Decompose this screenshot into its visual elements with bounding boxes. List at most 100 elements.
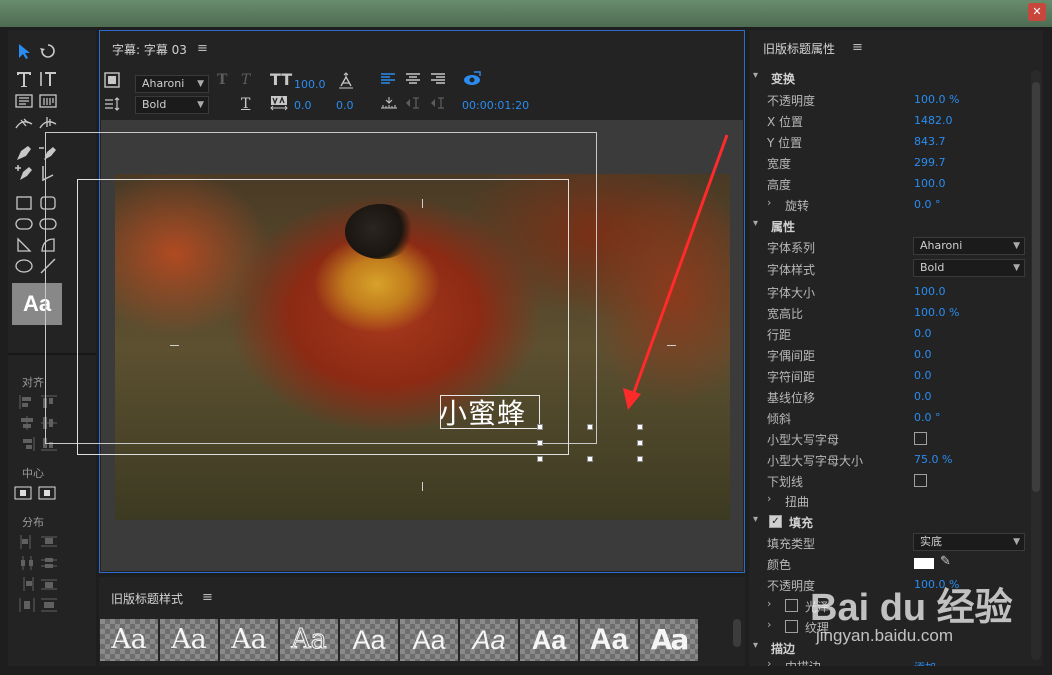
font-style-dropdown[interactable]: Bold ▼ <box>913 259 1025 277</box>
tab-right-icon[interactable] <box>430 96 446 114</box>
prop-value[interactable]: 299.7 <box>914 156 946 169</box>
vertical-type-tool-icon[interactable] <box>38 70 58 88</box>
area-type-tool-icon[interactable] <box>14 92 34 110</box>
distribute-h-even-icon[interactable] <box>18 597 36 613</box>
align-horizontal-center-icon[interactable] <box>18 415 36 431</box>
kerning-value[interactable]: 0.0 <box>294 99 312 112</box>
ellipse-tool-icon[interactable] <box>14 257 34 275</box>
styles-scrollbar[interactable] <box>733 619 741 647</box>
style-swatch[interactable]: Aa <box>340 619 398 661</box>
resize-handle[interactable] <box>637 440 643 446</box>
style-swatch[interactable]: Aa <box>220 619 278 661</box>
clipped-corner-rect-tool-icon[interactable] <box>14 215 34 233</box>
align-text-center-icon[interactable] <box>405 72 421 90</box>
italic-icon[interactable]: T <box>241 72 250 88</box>
panel-menu-icon[interactable]: ≡ <box>197 41 208 56</box>
fill-section[interactable]: ▾ ✓ 填充 <box>749 511 1025 532</box>
style-swatch[interactable]: Aa <box>640 619 698 661</box>
transform-section[interactable]: ▾ 变换 <box>749 67 1025 88</box>
center-horizontal-icon[interactable] <box>14 485 32 501</box>
title-text-object[interactable]: 小蜜蜂 <box>439 392 526 432</box>
tab-stops-icon[interactable] <box>104 96 120 116</box>
tab-left-icon[interactable] <box>380 96 398 114</box>
resize-handle[interactable] <box>537 424 543 430</box>
add-anchor-tool-icon[interactable] <box>14 164 34 182</box>
panel-menu-icon[interactable]: ≡ <box>852 40 863 55</box>
font-size-value[interactable]: 100.0 <box>294 78 326 91</box>
fill-checkbox[interactable]: ✓ <box>769 515 782 528</box>
center-vertical-icon[interactable] <box>38 485 56 501</box>
prop-distort[interactable]: › 扭曲 <box>749 490 1025 511</box>
align-text-right-icon[interactable] <box>430 72 446 90</box>
prop-value[interactable]: 0.0 <box>914 390 932 403</box>
underline-checkbox[interactable] <box>914 474 927 487</box>
prop-value[interactable]: 0.0 ° <box>914 198 941 211</box>
leading-value[interactable]: 0.0 <box>336 99 354 112</box>
attributes-section[interactable]: ▾ 属性 <box>749 215 1025 236</box>
style-swatch[interactable]: Aa <box>100 619 158 661</box>
style-swatch[interactable]: Aa <box>280 619 338 661</box>
align-left-icon[interactable] <box>18 394 36 410</box>
tab-center-icon[interactable] <box>405 96 421 114</box>
bold-icon[interactable]: T <box>217 72 227 88</box>
title-tab[interactable]: 字幕: 字幕 03 <box>112 41 187 58</box>
prop-value[interactable]: 100.0 % <box>914 306 959 319</box>
prop-value[interactable]: 0.0 <box>914 327 932 340</box>
styles-tab[interactable]: 旧版标题样式 <box>111 590 183 607</box>
window-close-button[interactable]: ✕ <box>1028 3 1046 21</box>
panel-menu-icon[interactable]: ≡ <box>202 590 213 605</box>
path-type-tool-icon[interactable] <box>14 114 34 132</box>
resize-handle[interactable] <box>537 456 543 462</box>
rectangle-tool-icon[interactable] <box>14 194 34 212</box>
type-tool-icon[interactable] <box>14 70 34 88</box>
wedge-tool-icon[interactable] <box>14 236 34 254</box>
pen-tool-icon[interactable] <box>14 144 34 162</box>
distribute-v-center-icon[interactable] <box>40 555 58 571</box>
prop-value[interactable]: 0.0 <box>914 369 932 382</box>
style-swatch[interactable]: Aa <box>580 619 638 661</box>
small-caps-checkbox[interactable] <box>914 432 927 445</box>
resize-handle[interactable] <box>637 456 643 462</box>
align-right-icon[interactable] <box>18 436 36 452</box>
distribute-left-icon[interactable] <box>18 534 36 550</box>
selection-tool-icon[interactable] <box>14 42 34 60</box>
prop-value[interactable]: 100.0 <box>914 177 946 190</box>
font-style-dropdown[interactable]: Bold ▼ <box>135 96 209 114</box>
timecode-value[interactable]: 00:00:01:20 <box>462 99 529 112</box>
title-background-icon[interactable] <box>104 72 120 92</box>
prop-value[interactable]: 100.0 % <box>914 93 959 106</box>
style-swatch[interactable]: Aa <box>460 619 518 661</box>
distribute-v-even-icon[interactable] <box>40 597 58 613</box>
distribute-bottom-icon[interactable] <box>40 576 58 592</box>
prop-value[interactable]: 843.7 <box>914 135 946 148</box>
prop-rotation[interactable]: › 旋转 0.0 ° <box>749 194 1025 215</box>
distribute-h-center-icon[interactable] <box>18 555 36 571</box>
vertical-area-type-tool-icon[interactable] <box>38 92 58 110</box>
style-swatch[interactable]: Aa <box>400 619 458 661</box>
style-swatch[interactable]: Aa <box>160 619 218 661</box>
distribute-right-icon[interactable] <box>18 576 36 592</box>
resize-handle[interactable] <box>537 440 543 446</box>
scrollbar-thumb[interactable] <box>1032 82 1040 492</box>
align-text-left-icon[interactable] <box>380 72 396 90</box>
distribute-top-icon[interactable] <box>40 534 58 550</box>
resize-handle[interactable] <box>587 424 593 430</box>
resize-handle[interactable] <box>637 424 643 430</box>
fill-type-dropdown[interactable]: 实底 ▼ <box>913 533 1025 551</box>
prop-value[interactable]: 1482.0 <box>914 114 953 127</box>
rotate-tool-icon[interactable] <box>38 42 58 60</box>
add-inner-stroke-link[interactable]: 添加 <box>914 659 936 666</box>
prop-value[interactable]: 0.0 ° <box>914 411 941 424</box>
sheen-checkbox[interactable] <box>785 599 798 612</box>
font-family-dropdown[interactable]: Aharoni ▼ <box>913 237 1025 255</box>
prop-value[interactable]: 100.0 <box>914 285 946 298</box>
font-family-dropdown[interactable]: Aharoni ▼ <box>135 75 209 93</box>
texture-checkbox[interactable] <box>785 620 798 633</box>
properties-scrollbar[interactable] <box>1031 70 1041 660</box>
show-background-video-icon[interactable] <box>463 71 481 91</box>
prop-value[interactable]: 0.0 <box>914 348 932 361</box>
resize-handle[interactable] <box>587 456 593 462</box>
vertical-path-type-tool-icon[interactable] <box>38 114 58 132</box>
style-swatch[interactable]: Aa <box>520 619 578 661</box>
underline-icon[interactable]: T <box>241 96 250 112</box>
